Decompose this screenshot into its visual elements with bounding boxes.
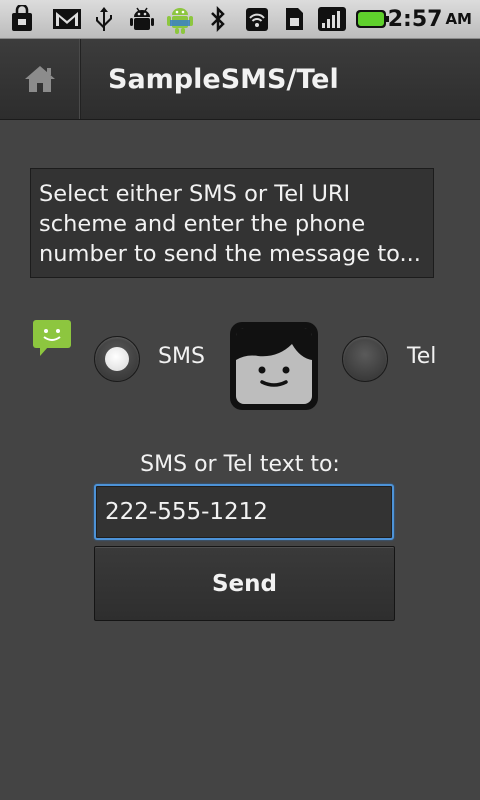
tel-radio-label[interactable]: Tel bbox=[407, 344, 436, 369]
home-icon bbox=[25, 66, 55, 92]
android-debug-icon bbox=[128, 5, 156, 33]
clock-ampm: AM bbox=[445, 10, 472, 28]
sim-icon bbox=[280, 5, 308, 33]
tel-radio-button[interactable] bbox=[342, 336, 388, 382]
battery-icon bbox=[355, 5, 389, 33]
home-button[interactable] bbox=[0, 39, 81, 119]
app-title-bar: SampleSMS/Tel bbox=[0, 39, 480, 120]
page-title: SampleSMS/Tel bbox=[108, 63, 339, 95]
instructions-text: Select either SMS or Tel URI scheme and … bbox=[30, 168, 434, 278]
signal-icon bbox=[316, 5, 348, 33]
clock-time: 2:57 bbox=[387, 6, 443, 32]
status-bar: 2:57 AM bbox=[0, 0, 480, 39]
sms-message-icon bbox=[33, 320, 71, 356]
contact-face-icon bbox=[230, 322, 318, 410]
sms-radio-label[interactable]: SMS bbox=[158, 344, 205, 369]
shopping-bag-icon bbox=[8, 5, 36, 33]
sms-radio-button[interactable] bbox=[94, 336, 140, 382]
send-button[interactable]: Send bbox=[94, 546, 395, 621]
wifi-icon bbox=[243, 5, 271, 33]
phone-field-label: SMS or Tel text to: bbox=[140, 452, 340, 477]
gmail-icon bbox=[51, 5, 83, 33]
bluetooth-icon bbox=[204, 5, 232, 33]
status-clock: 2:57 AM bbox=[388, 0, 472, 38]
phone-number-input[interactable] bbox=[94, 484, 394, 540]
android-mascot-icon bbox=[163, 2, 197, 36]
usb-icon bbox=[90, 5, 118, 33]
